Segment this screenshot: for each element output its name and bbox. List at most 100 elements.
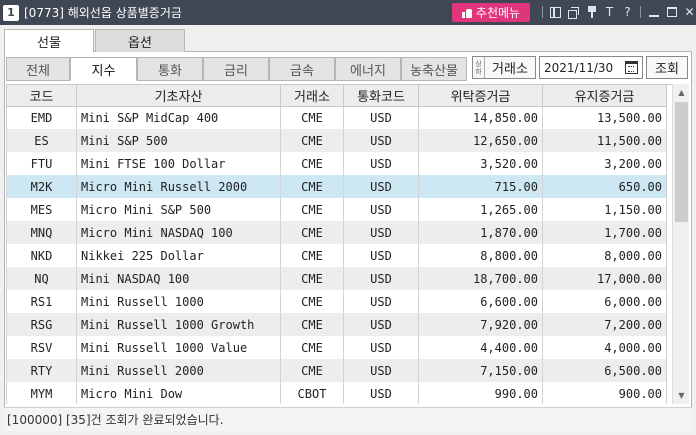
tab-agriculture[interactable]: 농축산물 <box>401 57 467 81</box>
table-row[interactable]: NQ Mini NASDAQ 100 CME USD 18,700.00 17,000.0… <box>6 267 667 290</box>
cell-exchange[interactable]: CBOT <box>280 382 344 404</box>
exchange-sort-button[interactable]: 상 하 거래소 <box>472 56 536 79</box>
cell-initial-margin[interactable]: 7,150.00 <box>418 359 543 382</box>
cell-exchange[interactable]: CME <box>280 313 344 336</box>
table-row[interactable]: FTU Mini FTSE 100 Dollar CME USD 3,520.00 3,2… <box>6 152 667 175</box>
cell-exchange[interactable]: CME <box>280 267 344 290</box>
cell-exchange[interactable]: CME <box>280 359 344 382</box>
tab-interest-rate[interactable]: 금리 <box>203 57 269 81</box>
cell-currency[interactable]: USD <box>343 313 419 336</box>
cell-maintenance-margin[interactable]: 8,000.00 <box>542 244 667 267</box>
cell-currency[interactable]: USD <box>343 129 419 152</box>
cell-asset[interactable]: Micro Mini Dow <box>76 382 281 404</box>
cell-code[interactable]: NQ <box>6 267 77 290</box>
cell-asset[interactable]: Mini S&P MidCap 400 <box>76 106 281 129</box>
cell-currency[interactable]: USD <box>343 359 419 382</box>
cell-initial-margin[interactable]: 1,265.00 <box>418 198 543 221</box>
cell-maintenance-margin[interactable]: 13,500.00 <box>542 106 667 129</box>
cell-maintenance-margin[interactable]: 6,000.00 <box>542 290 667 313</box>
vertical-scrollbar[interactable]: ▲ ▼ <box>672 84 689 404</box>
cell-code[interactable]: NKD <box>6 244 77 267</box>
pin-button[interactable] <box>584 4 599 20</box>
cell-initial-margin[interactable]: 14,850.00 <box>418 106 543 129</box>
cell-exchange[interactable]: CME <box>280 244 344 267</box>
cell-initial-margin[interactable]: 8,800.00 <box>418 244 543 267</box>
cell-code[interactable]: EMD <box>6 106 77 129</box>
cell-maintenance-margin[interactable]: 17,000.00 <box>542 267 667 290</box>
header-underlying-asset[interactable]: 기초자산 <box>76 85 281 107</box>
table-row[interactable]: MNQ Micro Mini NASDAQ 100 CME USD 1,870.00 1,… <box>6 221 667 244</box>
cell-currency[interactable]: USD <box>343 152 419 175</box>
maximize-button[interactable] <box>664 4 679 20</box>
cell-code[interactable]: RSV <box>6 336 77 359</box>
calendar-icon[interactable] <box>625 61 638 74</box>
cell-initial-margin[interactable]: 990.00 <box>418 382 543 404</box>
cell-currency[interactable]: USD <box>343 382 419 404</box>
cell-asset[interactable]: Mini S&P 500 <box>76 129 281 152</box>
tab-index[interactable]: 지수 <box>70 57 137 81</box>
table-row[interactable]: MES Micro Mini S&P 500 CME USD 1,265.00 1,150… <box>6 198 667 221</box>
cell-maintenance-margin[interactable]: 650.00 <box>542 175 667 198</box>
cell-exchange[interactable]: CME <box>280 175 344 198</box>
cell-code[interactable]: MNQ <box>6 221 77 244</box>
tab-all[interactable]: 전체 <box>6 57 70 81</box>
date-input[interactable]: 2021/11/30 <box>539 56 643 79</box>
help-button[interactable]: ? <box>620 4 635 20</box>
cell-exchange[interactable]: CME <box>280 198 344 221</box>
table-row[interactable]: M2K Micro Mini Russell 2000 CME USD 715.00 65… <box>6 175 667 198</box>
scroll-up-icon[interactable]: ▲ <box>673 84 690 101</box>
cell-initial-margin[interactable]: 3,520.00 <box>418 152 543 175</box>
cell-maintenance-margin[interactable]: 900.00 <box>542 382 667 404</box>
query-button[interactable]: 조회 <box>646 56 688 79</box>
cell-code[interactable]: MYM <box>6 382 77 404</box>
header-currency-code[interactable]: 통화코드 <box>343 85 419 107</box>
table-row[interactable]: ES Mini S&P 500 CME USD 12,650.00 11,500.00 <box>6 129 667 152</box>
cell-currency[interactable]: USD <box>343 244 419 267</box>
cell-code[interactable]: MES <box>6 198 77 221</box>
cell-exchange[interactable]: CME <box>280 221 344 244</box>
cell-asset[interactable]: Mini FTSE 100 Dollar <box>76 152 281 175</box>
cell-maintenance-margin[interactable]: 1,700.00 <box>542 221 667 244</box>
header-initial-margin[interactable]: 위탁증거금 <box>418 85 543 107</box>
font-size-button[interactable]: T <box>602 4 617 20</box>
cell-exchange[interactable]: CME <box>280 129 344 152</box>
cell-initial-margin[interactable]: 6,600.00 <box>418 290 543 313</box>
window-number-badge[interactable]: 1 <box>3 4 19 21</box>
recommend-menu-button[interactable]: 추천메뉴 <box>452 3 530 22</box>
cell-currency[interactable]: USD <box>343 267 419 290</box>
cell-code[interactable]: ES <box>6 129 77 152</box>
layout-button[interactable] <box>548 4 563 20</box>
cell-initial-margin[interactable]: 4,400.00 <box>418 336 543 359</box>
cell-initial-margin[interactable]: 1,870.00 <box>418 221 543 244</box>
tab-currency[interactable]: 통화 <box>137 57 203 81</box>
tab-metals[interactable]: 금속 <box>269 57 335 81</box>
cell-exchange[interactable]: CME <box>280 152 344 175</box>
tab-options[interactable]: 옵션 <box>95 29 185 52</box>
cell-code[interactable]: FTU <box>6 152 77 175</box>
cell-asset[interactable]: Nikkei 225 Dollar <box>76 244 281 267</box>
cell-asset[interactable]: Micro Mini Russell 2000 <box>76 175 281 198</box>
cell-asset[interactable]: Micro Mini S&P 500 <box>76 198 281 221</box>
cell-asset[interactable]: Mini Russell 1000 Value <box>76 336 281 359</box>
cell-currency[interactable]: USD <box>343 336 419 359</box>
cell-asset[interactable]: Mini Russell 2000 <box>76 359 281 382</box>
cell-exchange[interactable]: CME <box>280 290 344 313</box>
cell-asset[interactable]: Mini Russell 1000 Growth <box>76 313 281 336</box>
cell-code[interactable]: RTY <box>6 359 77 382</box>
table-row[interactable]: NKD Nikkei 225 Dollar CME USD 8,800.00 8,000.… <box>6 244 667 267</box>
cell-asset[interactable]: Mini Russell 1000 <box>76 290 281 313</box>
cell-maintenance-margin[interactable]: 3,200.00 <box>542 152 667 175</box>
cell-currency[interactable]: USD <box>343 198 419 221</box>
cell-initial-margin[interactable]: 7,920.00 <box>418 313 543 336</box>
cell-asset[interactable]: Mini NASDAQ 100 <box>76 267 281 290</box>
cell-initial-margin[interactable]: 12,650.00 <box>418 129 543 152</box>
scroll-thumb[interactable] <box>675 102 688 222</box>
table-row[interactable]: EMD Mini S&P MidCap 400 CME USD 14,850.00 13,… <box>6 106 667 129</box>
header-exchange[interactable]: 거래소 <box>280 85 344 107</box>
header-maintenance-margin[interactable]: 유지증거금 <box>542 85 667 107</box>
table-row[interactable]: RSG Mini Russell 1000 Growth CME USD 7,920.0… <box>6 313 667 336</box>
cell-maintenance-margin[interactable]: 11,500.00 <box>542 129 667 152</box>
cell-exchange[interactable]: CME <box>280 106 344 129</box>
cell-code[interactable]: RSG <box>6 313 77 336</box>
cell-currency[interactable]: USD <box>343 290 419 313</box>
